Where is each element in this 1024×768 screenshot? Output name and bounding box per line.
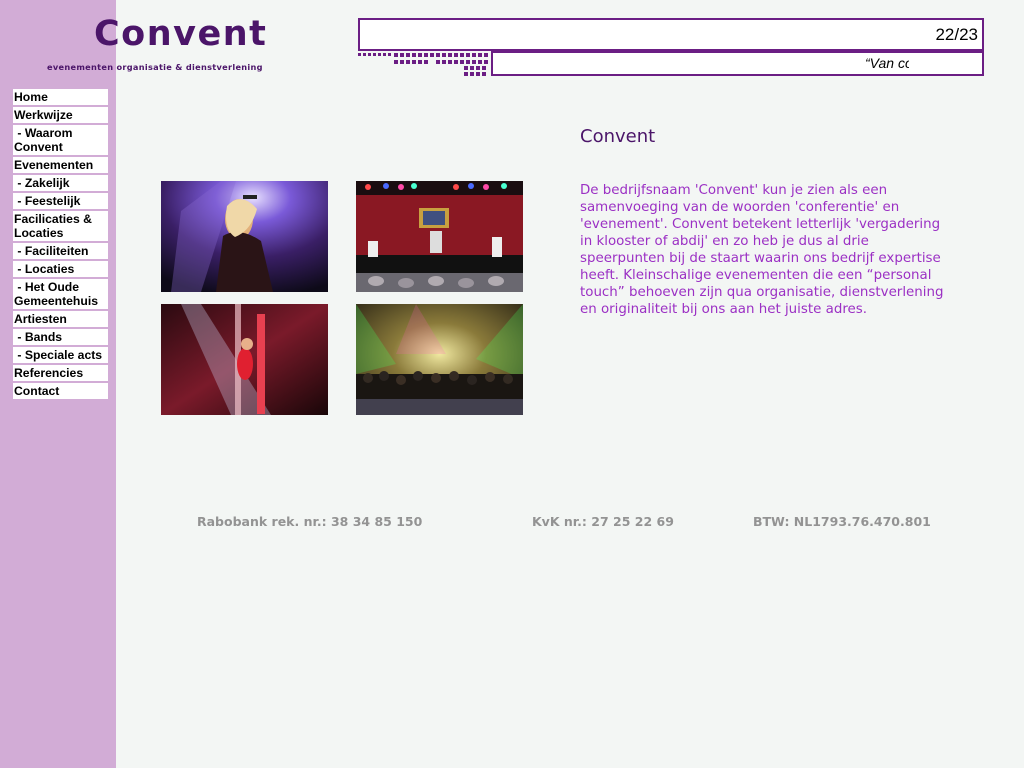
nav-item-artiesten[interactable]: Artiesten xyxy=(13,311,108,329)
page-title: Convent xyxy=(580,126,656,147)
nav-item-waarom-convent[interactable]: - Waarom Convent xyxy=(13,125,108,157)
nav-item-speciale-acts[interactable]: - Speciale acts xyxy=(13,347,108,365)
quote-text: “Van co xyxy=(865,55,909,71)
ticker-banner: 22/23 xyxy=(358,18,984,51)
photo-band-stage xyxy=(356,181,523,292)
nav-item-facilicaties-locaties[interactable]: Facilicaties & Locaties xyxy=(13,211,108,243)
nav-item-feestelijk[interactable]: - Feestelijk xyxy=(13,193,108,211)
quote-ticker: “Van co xyxy=(491,51,984,76)
nav-item-het-oude-gemeentehuis[interactable]: - Het Oude Gemeentehuis xyxy=(13,279,108,311)
photo-acrobat xyxy=(161,304,328,415)
nav-item-locaties[interactable]: - Locaties xyxy=(13,261,108,279)
page-body-text: De bedrijfsnaam 'Convent' kun je zien al… xyxy=(580,183,944,317)
photo-party-crowd xyxy=(356,304,523,415)
nav-item-evenementen[interactable]: Evenementen xyxy=(13,157,108,175)
logo-wordmark: Convent xyxy=(94,14,268,54)
nav-item-home[interactable]: Home xyxy=(13,89,108,107)
photo-singer xyxy=(161,181,328,292)
nav-item-referencies[interactable]: Referencies xyxy=(13,365,108,383)
nav-item-faciliteiten[interactable]: - Faciliteiten xyxy=(13,243,108,261)
slide-counter: 22/23 xyxy=(935,25,978,44)
nav-item-werkwijze[interactable]: Werkwijze xyxy=(13,107,108,125)
nav-item-bands[interactable]: - Bands xyxy=(13,329,108,347)
site-logo[interactable]: Convent evenementen organisatie & dienst… xyxy=(0,0,345,80)
footer-btw-number: BTW: NL1793.76.470.801 xyxy=(753,514,931,529)
nav-item-contact[interactable]: Contact xyxy=(13,383,108,401)
footer-bank-account: Rabobank rek. nr.: 38 34 85 150 xyxy=(197,514,423,529)
footer-kvk-number: KvK nr.: 27 25 22 69 xyxy=(532,514,674,529)
main-navigation: Home Werkwijze - Waarom Convent Evenemen… xyxy=(13,89,108,401)
nav-item-zakelijk[interactable]: - Zakelijk xyxy=(13,175,108,193)
logo-tagline: evenementen organisatie & dienstverlenin… xyxy=(47,62,263,72)
dot-pattern-decoration xyxy=(358,53,488,76)
